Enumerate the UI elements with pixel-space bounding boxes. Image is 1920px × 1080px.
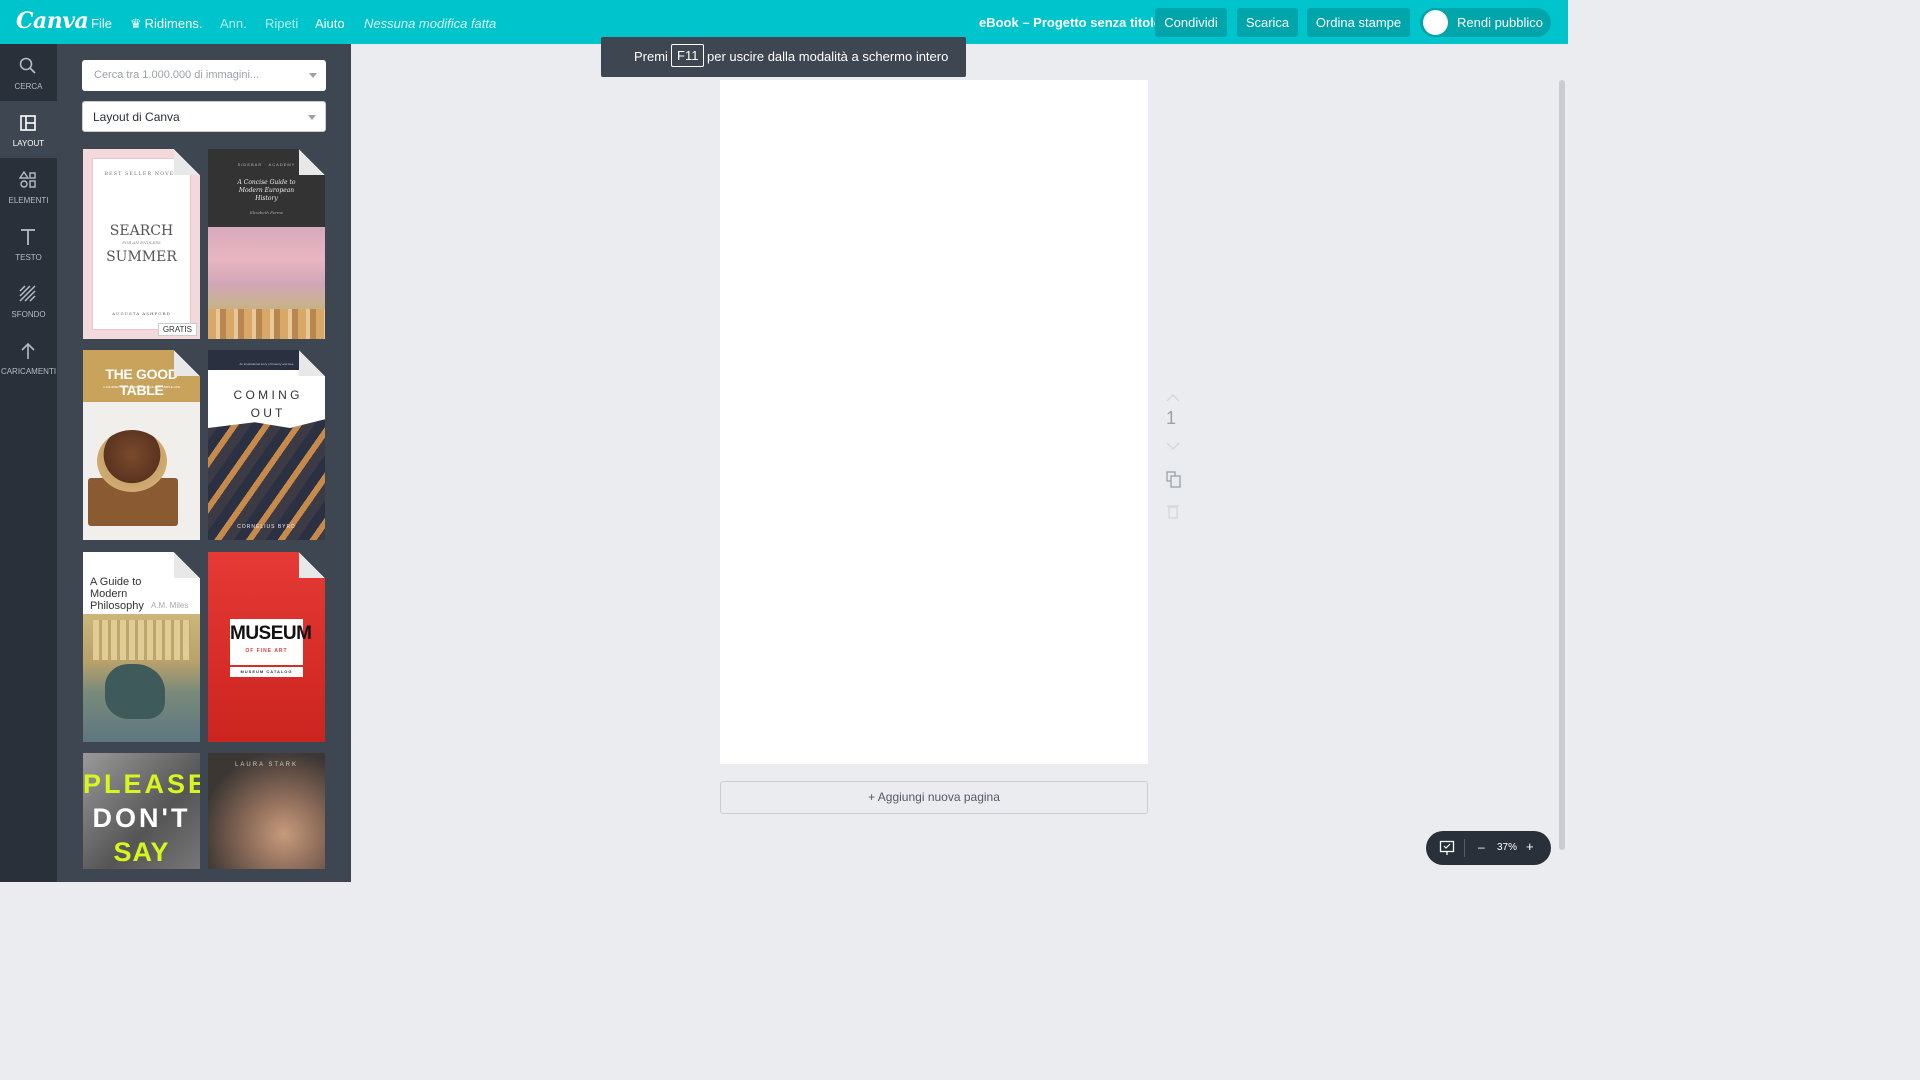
zoom-controls: – 37% + [1426, 831, 1551, 865]
layout-thumb-museum[interactable]: MUSEUM OF FINE ART MUSEUM CATALOG [208, 552, 325, 742]
zoom-out-button[interactable]: – [1478, 840, 1485, 854]
move-page-up-icon[interactable] [1160, 392, 1186, 404]
document-title[interactable]: eBook – Progetto senza titolo [979, 15, 1162, 30]
town-illustration [208, 309, 325, 339]
cover-author: LAURA STARK [235, 762, 298, 768]
move-page-down-icon[interactable] [1160, 440, 1186, 452]
nav-label: SFONDO [11, 310, 46, 319]
cover-title: SAY YOU [113, 837, 170, 867]
page-fold [299, 552, 325, 578]
canva-logo[interactable]: Canva [16, 8, 89, 34]
background-icon [19, 285, 36, 302]
cover-title: DON'T [92, 803, 191, 833]
search-placeholder: Cerca tra 1.000.000 di immagini... [94, 69, 260, 81]
resize-menu[interactable]: ♛ Ridimens. [130, 16, 202, 32]
delete-page-icon[interactable] [1160, 503, 1186, 521]
divider [1464, 839, 1465, 857]
cover-title: SEARCH [109, 223, 174, 239]
workspace-scrollbar[interactable] [1559, 80, 1565, 850]
page-fold [174, 149, 200, 175]
layout-thumb-modern-philosophy[interactable]: A Guide to Modern Philosophy A.M. Miles [83, 552, 200, 742]
zoom-level[interactable]: 37% [1497, 842, 1517, 853]
cover-title: C O M I N G [233, 388, 300, 402]
layout-thumb-good-table[interactable]: THE GOOD TABLE A JOURNEY ABOUT SIMPLE BR… [83, 350, 200, 540]
cover-author: AUGUSTA ASHFORD [112, 311, 171, 316]
layout-source-select[interactable]: Layout di Canva [82, 101, 326, 132]
palace-facade [93, 620, 190, 660]
help-menu[interactable]: Aiuto [315, 16, 345, 31]
design-page[interactable] [720, 80, 1148, 764]
bread-basket [97, 430, 167, 492]
layout-thumb-search-summer[interactable]: BEST SELLER NOVEL SEARCH FOR AN ENDLESS … [83, 149, 200, 339]
page-fold [299, 149, 325, 175]
nav-layout[interactable]: LAYOUT [0, 101, 57, 158]
duplicate-page-icon[interactable] [1160, 470, 1186, 490]
layout-icon [20, 115, 36, 131]
nav-uploads[interactable]: CARICAMENTI [0, 329, 57, 386]
nav-label: CARICAMENTI [0, 367, 57, 376]
fullscreen-hint: Premi F11 per uscire dalla modalità a sc… [601, 37, 966, 77]
text-icon [21, 229, 35, 245]
order-prints-button[interactable]: Ordina stampe [1307, 8, 1410, 37]
cover-tag: MUSEUM CATALOG [240, 669, 293, 674]
search-icon [19, 57, 36, 74]
nav-label: CERCA [14, 82, 43, 91]
layout-thumb-laura-stark[interactable]: LAURA STARK [208, 753, 325, 869]
fountain-statue [105, 664, 165, 719]
cover-author: CORNELIUS BYRD [237, 524, 296, 530]
nav-label: LAYOUT [12, 139, 45, 148]
free-badge: GRATIS [157, 323, 197, 336]
page-number: 1 [1166, 408, 1177, 428]
cover-title: O U T [250, 406, 283, 420]
page-fold [174, 552, 200, 578]
share-button[interactable]: Condividi [1155, 8, 1227, 37]
download-button[interactable]: Scarica [1237, 8, 1298, 37]
add-page-button[interactable]: + Aggiungi nuova pagina [720, 781, 1148, 814]
nav-text[interactable]: TESTO [0, 215, 57, 272]
nav-label: ELEMENTI [8, 196, 49, 205]
layout-thumb-european-history[interactable]: SIDEBAR · ACADEMY A Concise Guide to Mod… [208, 149, 325, 339]
cover-title: SUMMER [106, 249, 177, 265]
page-fold [174, 350, 200, 376]
hint-key: F11 [671, 44, 705, 67]
page-fold [299, 350, 325, 376]
hint-text: Premi [634, 49, 668, 64]
cover-title: PLEASE [83, 769, 200, 799]
chevron-down-icon[interactable] [309, 73, 317, 78]
cover-title: MUSEUM [230, 623, 312, 644]
cover-author: A.M. Miles [151, 601, 189, 610]
layout-select-value: Layout di Canva [93, 110, 180, 124]
layout-thumb-please-dont[interactable]: PLEASE DON'T SAY YOU [83, 753, 200, 869]
save-status: Nessuna modifica fatta [364, 16, 497, 31]
zoom-in-button[interactable]: + [1526, 839, 1534, 854]
elements-icon [19, 171, 36, 188]
file-menu[interactable]: File [91, 16, 112, 31]
nav-label: TESTO [15, 253, 42, 262]
layout-thumb-coming-out[interactable]: An inspirational story of bravery and lo… [208, 350, 325, 540]
image-search-input[interactable]: Cerca tra 1.000.000 di immagini... [82, 60, 326, 91]
cover-author: Elizabeth Ferme [249, 210, 284, 215]
upload-icon [21, 342, 35, 359]
cover-subtitle: FOR AN ENDLESS [122, 240, 161, 245]
make-public-toggle[interactable]: Rendi pubblico [1420, 8, 1551, 37]
cover-title: A Concise Guide to Modern European Histo… [237, 179, 296, 202]
resize-label: Ridimens. [144, 16, 203, 31]
crown-icon: ♛ [130, 16, 142, 31]
toggle-knob [1423, 10, 1448, 35]
chevron-down-icon [308, 115, 316, 120]
undo-button[interactable]: Ann. [220, 16, 247, 31]
nav-elements[interactable]: ELEMENTI [0, 158, 57, 215]
cover-subtitle: A JOURNEY ABOUT SIMPLE BREAD AND SIMPLE … [103, 385, 180, 389]
hint-text: per uscire dalla modalità a schermo inte… [707, 49, 949, 64]
nav-background[interactable]: SFONDO [0, 272, 57, 329]
redo-button[interactable]: Ripeti [265, 16, 298, 31]
nav-search[interactable]: CERCA [0, 44, 57, 101]
cover-subtitle: OF FINE ART [245, 648, 288, 654]
icon-nav: CERCA LAYOUT ELEMENTI TESTO SFONDO CARIC… [0, 44, 57, 882]
present-icon[interactable] [1439, 840, 1455, 856]
make-public-label: Rendi pubblico [1457, 15, 1544, 30]
